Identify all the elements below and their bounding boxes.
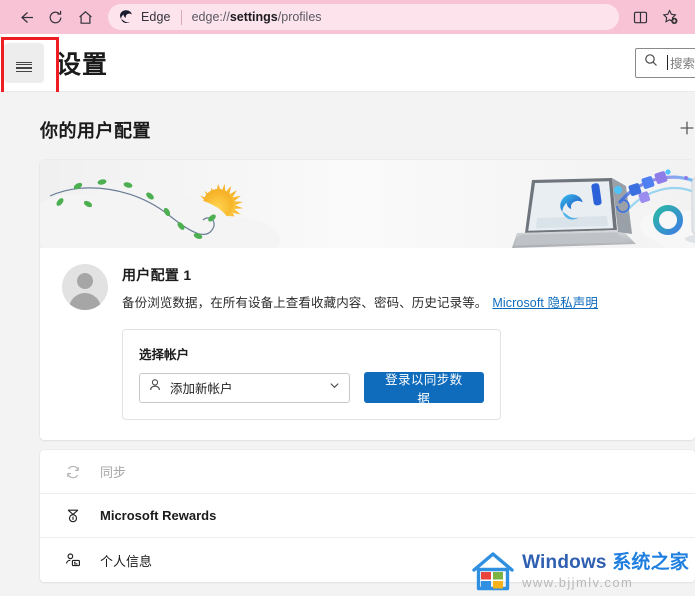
watermark-brand-en: Windows [522, 552, 613, 573]
chevron-down-icon [328, 379, 341, 397]
avatar-body [69, 293, 101, 310]
hamburger-menu-icon [16, 61, 32, 73]
sync-icon [62, 464, 84, 480]
profiles-section-title: 你的用户配置 [40, 121, 151, 141]
browser-toolbar: Edge edge://settings/profiles [0, 0, 695, 34]
back-button[interactable] [10, 3, 40, 31]
list-item-label: Microsoft Rewards [100, 508, 217, 523]
split-screen-button[interactable] [625, 3, 655, 31]
watermark-text: Windows 系统之家 www.bjjmlv.com [522, 553, 689, 589]
list-item-sync[interactable]: 同步 [40, 450, 695, 494]
watermark-url: www.bjjmlv.com [522, 575, 634, 590]
default-avatar-icon [62, 264, 108, 310]
choose-account-box: 选择帐户 添加新帐户 登录以同步数据 [122, 329, 501, 420]
choose-account-label: 选择帐户 [139, 348, 190, 362]
profile-banner [40, 160, 695, 248]
back-arrow-icon [17, 9, 34, 26]
profile-name: 用户配置 1 [122, 267, 192, 283]
split-screen-icon [632, 9, 649, 26]
watermark-brand-cn: 系统之家 [612, 552, 689, 573]
settings-menu-button[interactable] [4, 42, 44, 83]
search-icon [644, 53, 658, 72]
avatar-head [77, 273, 93, 289]
site-watermark: Windows 系统之家 www.bjjmlv.com [470, 550, 689, 592]
url-bold-part: settings [229, 10, 278, 24]
toolbar-right-actions [625, 3, 685, 31]
account-select-value: 添加新帐户 [170, 382, 233, 396]
banner-illustration [40, 160, 695, 248]
search-text-caret [667, 55, 668, 70]
account-select-dropdown[interactable]: 添加新帐户 [139, 372, 350, 403]
url-prefix: edge:// [191, 10, 230, 24]
profile-card: 用户配置 1 备份浏览数据，在所有设备上查看收藏内容、密码、历史记录等。 Micr… [40, 160, 695, 440]
profile-info: 用户配置 1 备份浏览数据，在所有设备上查看收藏内容、密码、历史记录等。 Micr… [122, 264, 598, 311]
refresh-button[interactable] [40, 3, 70, 31]
edge-logo-icon [118, 9, 134, 25]
person-icon [148, 378, 162, 397]
address-bar[interactable]: Edge edge://settings/profiles [108, 4, 619, 30]
settings-content: 你的用户配置 用户配置 1 备份浏览数据，在所有设备上查看收藏内容、密码、历史记… [0, 92, 695, 596]
add-favorite-star-icon [661, 8, 679, 26]
rewards-medal-icon [62, 508, 84, 524]
watermark-brand: Windows 系统之家 [522, 552, 689, 573]
home-icon [77, 9, 94, 26]
refresh-icon [47, 9, 64, 26]
personal-info-icon [62, 552, 84, 568]
search-placeholder: 搜索设 [670, 57, 695, 71]
url-suffix: /profiles [277, 10, 322, 24]
profiles-section-header: 你的用户配置 [0, 92, 695, 160]
page-title: 设置 [56, 50, 109, 79]
omnibox-brand-label: Edge [141, 10, 171, 24]
settings-header: 设置 搜索设 [0, 34, 695, 97]
sign-in-to-sync-button[interactable]: 登录以同步数据 [363, 372, 484, 406]
plus-icon [678, 119, 695, 142]
add-favorite-button[interactable] [655, 3, 685, 31]
add-profile-button[interactable] [671, 114, 695, 146]
list-item-label: 同步 [100, 465, 127, 480]
windows-house-logo-icon [470, 550, 516, 592]
microsoft-privacy-link[interactable]: Microsoft 隐私声明 [492, 296, 598, 310]
omnibox-url[interactable]: edge://settings/profiles [192, 10, 322, 24]
profile-description: 备份浏览数据，在所有设备上查看收藏内容、密码、历史记录等。 Microsoft 隐… [122, 292, 598, 311]
settings-search-input[interactable]: 搜索设 [635, 47, 695, 78]
profile-description-text: 备份浏览数据，在所有设备上查看收藏内容、密码、历史记录等。 [122, 296, 488, 310]
home-button[interactable] [70, 3, 100, 31]
omnibox-divider [180, 9, 182, 25]
list-item-label: 个人信息 [100, 553, 153, 569]
list-item-microsoft-rewards[interactable]: Microsoft Rewards [40, 494, 695, 538]
profile-summary-row: 用户配置 1 备份浏览数据，在所有设备上查看收藏内容、密码、历史记录等。 Micr… [40, 248, 695, 311]
account-controls: 添加新帐户 登录以同步数据 [139, 372, 484, 406]
